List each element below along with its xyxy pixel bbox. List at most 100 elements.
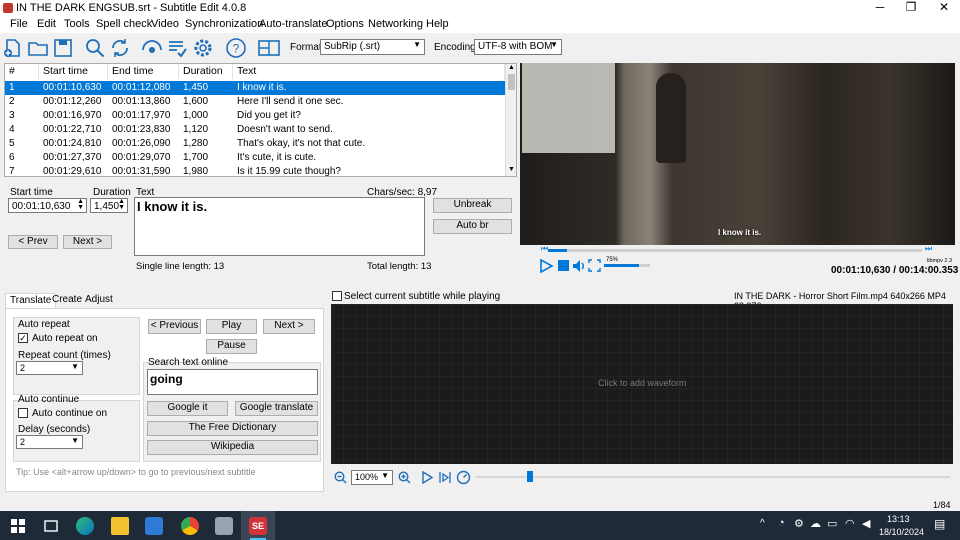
search-text-input[interactable]: going	[147, 369, 318, 395]
prev-button[interactable]: < Prev	[8, 235, 58, 249]
replace-icon[interactable]	[109, 37, 131, 59]
menu-help[interactable]: Help	[426, 18, 449, 30]
next-button[interactable]: Next >	[63, 235, 112, 249]
menu-tools[interactable]: Tools	[64, 18, 90, 30]
waveform-slider-thumb[interactable]	[527, 471, 533, 482]
video-player[interactable]: I know it is.	[520, 63, 955, 245]
zoom-in-icon[interactable]	[398, 471, 411, 484]
menu-file[interactable]: File	[10, 18, 28, 30]
play-selection-icon[interactable]	[421, 471, 434, 484]
table-row[interactable]: 3 00:01:16,970 00:01:17,970 1,000 Did you ge…	[5, 109, 505, 123]
scroll-thumb[interactable]	[508, 74, 515, 90]
delay-select[interactable]: 2 ▼	[16, 435, 83, 449]
taskbar-date[interactable]: 18/10/2024	[879, 527, 924, 537]
visual-sync-icon[interactable]	[141, 37, 163, 59]
spell-check-icon[interactable]	[166, 37, 188, 59]
tray-app-icon[interactable]: ⚙	[794, 517, 804, 530]
stop-icon[interactable]	[558, 260, 569, 271]
subtitle-text-input[interactable]: I know it is.	[134, 197, 425, 256]
rewind-icon[interactable]: ⏮	[541, 244, 548, 254]
table-row[interactable]: 4 00:01:22,710 00:01:23,830 1,120 Doesn't wa…	[5, 123, 505, 137]
windows-start-icon[interactable]	[9, 517, 27, 535]
menu-synchronization[interactable]: Synchronization	[185, 18, 263, 30]
save-icon[interactable]	[52, 37, 74, 59]
app-icon-generic[interactable]	[215, 517, 233, 535]
tray-chevron-up-icon[interactable]: ^	[760, 518, 765, 529]
chrome-icon[interactable]	[181, 517, 199, 535]
unbreak-button[interactable]: Unbreak	[433, 198, 512, 213]
free-dictionary-button[interactable]: The Free Dictionary	[147, 421, 318, 436]
open-folder-icon[interactable]	[27, 37, 49, 59]
next-translate-button[interactable]: Next >	[263, 319, 315, 334]
auto-br-button[interactable]: Auto br	[433, 219, 512, 234]
spinner-icon[interactable]: ▲ ▼	[77, 198, 84, 211]
maximize-icon[interactable]: ❐	[895, 0, 927, 16]
notification-icon[interactable]: ▤	[934, 517, 945, 531]
file-explorer-icon[interactable]	[111, 517, 129, 535]
column-header-text[interactable]: Text	[233, 64, 505, 80]
search-icon[interactable]	[84, 37, 106, 59]
edge-browser-icon[interactable]	[76, 517, 94, 535]
encoding-select[interactable]: UTF-8 with BOM ▼	[474, 39, 562, 55]
fullscreen-icon[interactable]	[588, 259, 601, 272]
start-time-input[interactable]: 00:01:10,630 ▲ ▼	[8, 198, 87, 213]
repeat-count-select[interactable]: 2 ▼	[16, 361, 83, 375]
play-next-icon[interactable]	[438, 471, 452, 484]
layout-icon[interactable]	[257, 37, 281, 59]
play-icon[interactable]	[538, 258, 554, 274]
waveform-panel[interactable]: Click to add waveform	[331, 304, 953, 464]
auto-continue-checkbox[interactable]	[18, 408, 28, 418]
zoom-select[interactable]: 100% ▼	[351, 470, 393, 485]
tray-wifi-icon[interactable]: ◠	[845, 517, 855, 530]
scroll-down-icon[interactable]: ▼	[508, 166, 515, 173]
task-view-icon[interactable]	[42, 517, 60, 535]
google-it-button[interactable]: Google it	[147, 401, 228, 416]
menu-edit[interactable]: Edit	[37, 18, 56, 30]
wikipedia-button[interactable]: Wikipedia	[147, 440, 318, 455]
duration-input[interactable]: 1,450 ▲ ▼	[90, 198, 128, 213]
menu-spell-check[interactable]: Spell check	[96, 18, 152, 30]
previous-button[interactable]: < Previous	[148, 319, 201, 334]
close-icon[interactable]: ✕	[928, 0, 960, 16]
column-header-end-time[interactable]: End time	[108, 64, 179, 80]
tab-adjust[interactable]: Adjust	[81, 293, 117, 308]
column-header-duration[interactable]: Duration	[179, 64, 233, 80]
speed-gauge-icon[interactable]	[456, 470, 471, 485]
volume-icon[interactable]	[572, 258, 586, 274]
microsoft-store-icon[interactable]	[145, 517, 163, 535]
play-button[interactable]: Play	[206, 319, 257, 334]
tray-cloud-icon[interactable]: ☁	[810, 517, 821, 530]
video-progress[interactable]	[548, 249, 922, 252]
table-row[interactable]: 6 00:01:27,370 00:01:29,070 1,700 It's cute,…	[5, 151, 505, 165]
settings-gear-icon[interactable]	[192, 37, 214, 59]
taskbar-time[interactable]: 13:13	[887, 514, 910, 524]
google-translate-button[interactable]: Google translate	[235, 401, 318, 416]
minimize-icon[interactable]: ─	[864, 0, 896, 16]
fast-forward-icon[interactable]: ⏭	[925, 244, 932, 254]
grid-scrollbar[interactable]: ▲ ▼	[505, 64, 516, 176]
format-select[interactable]: SubRip (.srt) ▼	[320, 39, 425, 55]
tray-speaker-icon[interactable]: ◀	[862, 517, 870, 530]
table-row[interactable]: 1 00:01:10,630 00:01:12,080 1,450 I know it …	[5, 81, 505, 95]
table-row[interactable]: 7 00:01:29,610 00:01:31,590 1,980 Is it 15.9…	[5, 165, 505, 176]
column-header-number[interactable]: #	[5, 64, 39, 80]
volume-slider[interactable]	[604, 264, 650, 267]
column-header-start-time[interactable]: Start time	[39, 64, 108, 80]
auto-repeat-checkbox[interactable]: ✓	[18, 333, 28, 343]
menu-auto-translate[interactable]: Auto-translate	[259, 18, 327, 30]
zoom-out-icon[interactable]	[334, 471, 347, 484]
menu-video[interactable]: Video	[151, 18, 179, 30]
spinner-icon[interactable]: ▲ ▼	[118, 198, 125, 211]
waveform-position-slider[interactable]	[476, 476, 950, 478]
menu-networking[interactable]: Networking	[368, 18, 423, 30]
pause-button[interactable]: Pause	[206, 339, 257, 354]
waveform-placeholder[interactable]: Click to add waveform	[598, 378, 687, 388]
tray-battery-icon[interactable]: ▭	[827, 517, 837, 530]
table-row[interactable]: 2 00:01:12,260 00:01:13,860 1,600 Here I'll …	[5, 95, 505, 109]
new-file-icon[interactable]	[2, 37, 24, 59]
table-row[interactable]: 5 00:01:24,810 00:01:26,090 1,280 That's oka…	[5, 137, 505, 151]
menu-options[interactable]: Options	[326, 18, 364, 30]
tray-network-icon[interactable]: ◔	[778, 517, 785, 529]
select-while-playing-checkbox[interactable]	[332, 291, 342, 301]
help-icon[interactable]: ?	[225, 37, 247, 59]
